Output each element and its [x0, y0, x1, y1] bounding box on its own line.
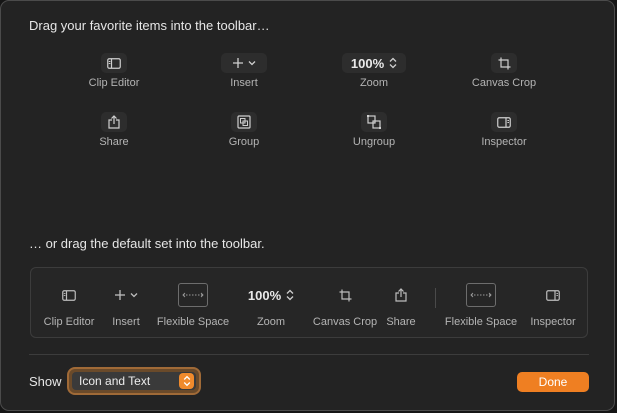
flexible-space-icon [441, 282, 521, 308]
palette-item-label: Ungroup [352, 136, 396, 148]
zoom-value: 100% [247, 287, 282, 303]
palette-item-label: Canvas Crop [471, 77, 537, 89]
palette-item-label: Share [99, 136, 129, 148]
footer-divider [29, 354, 589, 355]
ungroup-icon [361, 112, 387, 132]
default-set-group[interactable]: Clip Editor Insert Flexible Space 100% Z… [30, 267, 588, 338]
zoom-stepper[interactable]: 100% [342, 53, 406, 73]
customize-toolbar-sheet: Drag your favorite items into the toolba… [0, 0, 615, 411]
sidebar-right-icon [101, 53, 127, 73]
inspector-icon [491, 112, 517, 132]
default-item-label: Flexible Space [444, 316, 518, 328]
palette-item-group[interactable]: Group [179, 112, 309, 148]
flexible-space-icon [153, 282, 233, 308]
separator [435, 288, 436, 308]
palette-item-label: Zoom [359, 77, 389, 89]
default-item-label: Share [386, 316, 416, 328]
inspector-icon [525, 282, 581, 308]
default-item-label: Flexible Space [156, 316, 230, 328]
share-icon [381, 282, 421, 308]
palette-item-share[interactable]: Share [49, 112, 179, 148]
default-item-flexible-space: Flexible Space [153, 282, 233, 328]
default-item-label: Inspector [530, 316, 576, 328]
zoom-stepper: 100% [248, 288, 294, 303]
default-item-label: Clip Editor [43, 316, 95, 328]
sidebar-icon [39, 282, 99, 308]
palette-item-label: Insert [230, 77, 258, 89]
stepper-icon [286, 289, 294, 301]
default-item-share: Share [381, 282, 421, 328]
palette-heading: Drag your favorite items into the toolba… [29, 18, 270, 33]
group-icon [231, 112, 257, 132]
default-item-inspector: Inspector [525, 282, 581, 328]
default-item-zoom: 100% Zoom [236, 282, 306, 328]
zoom-value: 100% [350, 55, 385, 71]
done-button[interactable]: Done [517, 372, 589, 392]
plus-chevron-icon [221, 53, 267, 73]
show-select-field: Icon and Text [72, 372, 196, 390]
palette-item-label: Inspector [481, 136, 527, 148]
palette-item-ungroup[interactable]: Ungroup [309, 112, 439, 148]
default-item-flexible-space: Flexible Space [441, 282, 521, 328]
palette-item-label: Group [228, 136, 260, 148]
palette-item-insert[interactable]: Insert [179, 53, 309, 89]
stepper-icon [389, 57, 397, 69]
crop-icon [491, 53, 517, 73]
crop-icon [309, 282, 381, 308]
show-select[interactable]: Icon and Text [69, 369, 199, 393]
popup-arrows-icon [179, 373, 194, 389]
share-icon [101, 112, 127, 132]
show-label: Show [29, 374, 62, 389]
palette-item-inspector[interactable]: Inspector [439, 112, 569, 148]
default-set-heading: … or drag the default set into the toolb… [29, 236, 265, 251]
palette-item-clip-editor[interactable]: Clip Editor [49, 53, 179, 89]
palette-item-label: Clip Editor [88, 77, 140, 89]
show-select-value: Icon and Text [79, 374, 151, 388]
default-item-label: Insert [112, 316, 140, 328]
palette-item-zoom[interactable]: 100% Zoom [309, 53, 439, 89]
default-item-label: Zoom [256, 316, 286, 328]
default-item-label: Canvas Crop [312, 316, 378, 328]
default-item-insert: Insert [106, 282, 146, 328]
default-item-clip-editor: Clip Editor [39, 282, 99, 328]
default-item-canvas-crop: Canvas Crop [309, 282, 381, 328]
plus-chevron-icon [106, 282, 146, 308]
palette-item-canvas-crop[interactable]: Canvas Crop [439, 53, 569, 89]
